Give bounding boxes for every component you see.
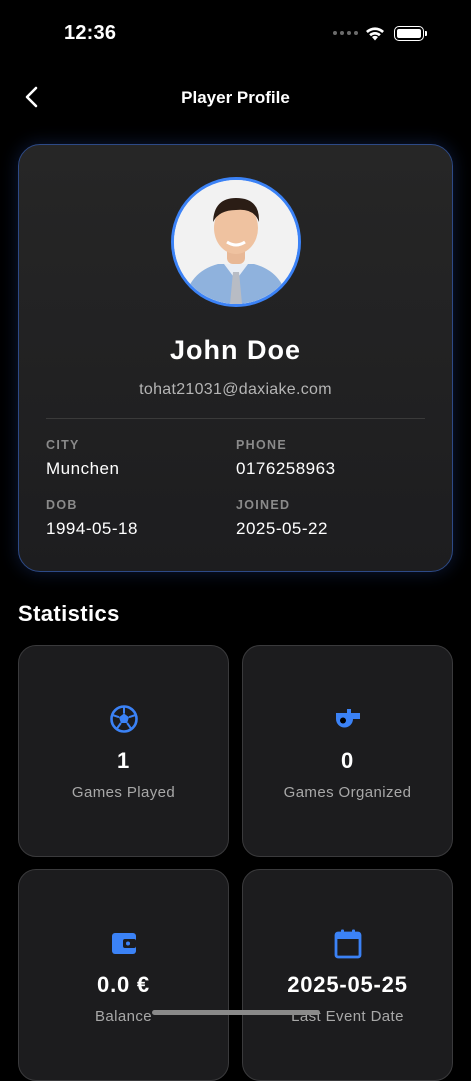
player-email: tohat21031@daxiake.com — [139, 381, 332, 398]
stat-card-last-event[interactable]: 2025-05-25 Last Event Date — [242, 869, 453, 1081]
cellular-signal-icon — [333, 31, 358, 35]
home-indicator[interactable] — [152, 1010, 320, 1015]
info-phone: PHONE 0176258963 — [236, 438, 336, 479]
stat-value: 1 — [116, 748, 131, 773]
status-time: 12:36 — [64, 22, 117, 44]
info-value: Munchen — [46, 459, 120, 478]
info-joined: JOINED 2025-05-22 — [236, 498, 328, 539]
battery-icon — [394, 26, 427, 41]
info-label: JOINED — [236, 498, 291, 512]
stat-card-games-organized[interactable]: 0 Games Organized — [242, 645, 453, 857]
status-bar: 12:36 — [0, 0, 471, 64]
page-title: Player Profile — [181, 88, 290, 107]
divider — [46, 418, 425, 419]
avatar[interactable] — [171, 177, 301, 307]
stat-value: 2025-05-25 — [287, 972, 408, 997]
stat-label: Games Organized — [283, 784, 412, 801]
wallet-icon — [111, 933, 136, 954]
statistics-title: Statistics — [18, 601, 120, 626]
info-label: PHONE — [236, 438, 287, 452]
info-value: 1994-05-18 — [46, 519, 138, 538]
soccer-ball-icon — [109, 705, 138, 733]
info-city: CITY Munchen — [46, 438, 119, 479]
info-value: 2025-05-22 — [236, 519, 328, 538]
calendar-icon — [334, 929, 361, 959]
info-label: CITY — [46, 438, 80, 452]
whistle-icon — [335, 709, 360, 728]
info-label: DOB — [46, 498, 78, 512]
info-dob: DOB 1994-05-18 — [46, 498, 138, 539]
player-name: John Doe — [169, 335, 301, 365]
stat-value: 0.0 € — [97, 972, 150, 997]
stat-card-games-played[interactable]: 1 Games Played — [18, 645, 229, 857]
stat-value: 0 — [340, 748, 355, 773]
info-value: 0176258963 — [236, 459, 336, 478]
nav-bar: Player Profile — [0, 74, 471, 120]
stat-label: Games Played — [71, 784, 176, 801]
stat-card-balance[interactable]: 0.0 € Balance — [18, 869, 229, 1081]
profile-card: John Doe tohat21031@daxiake.com CITY Mun… — [18, 144, 453, 572]
wifi-icon — [366, 27, 384, 41]
